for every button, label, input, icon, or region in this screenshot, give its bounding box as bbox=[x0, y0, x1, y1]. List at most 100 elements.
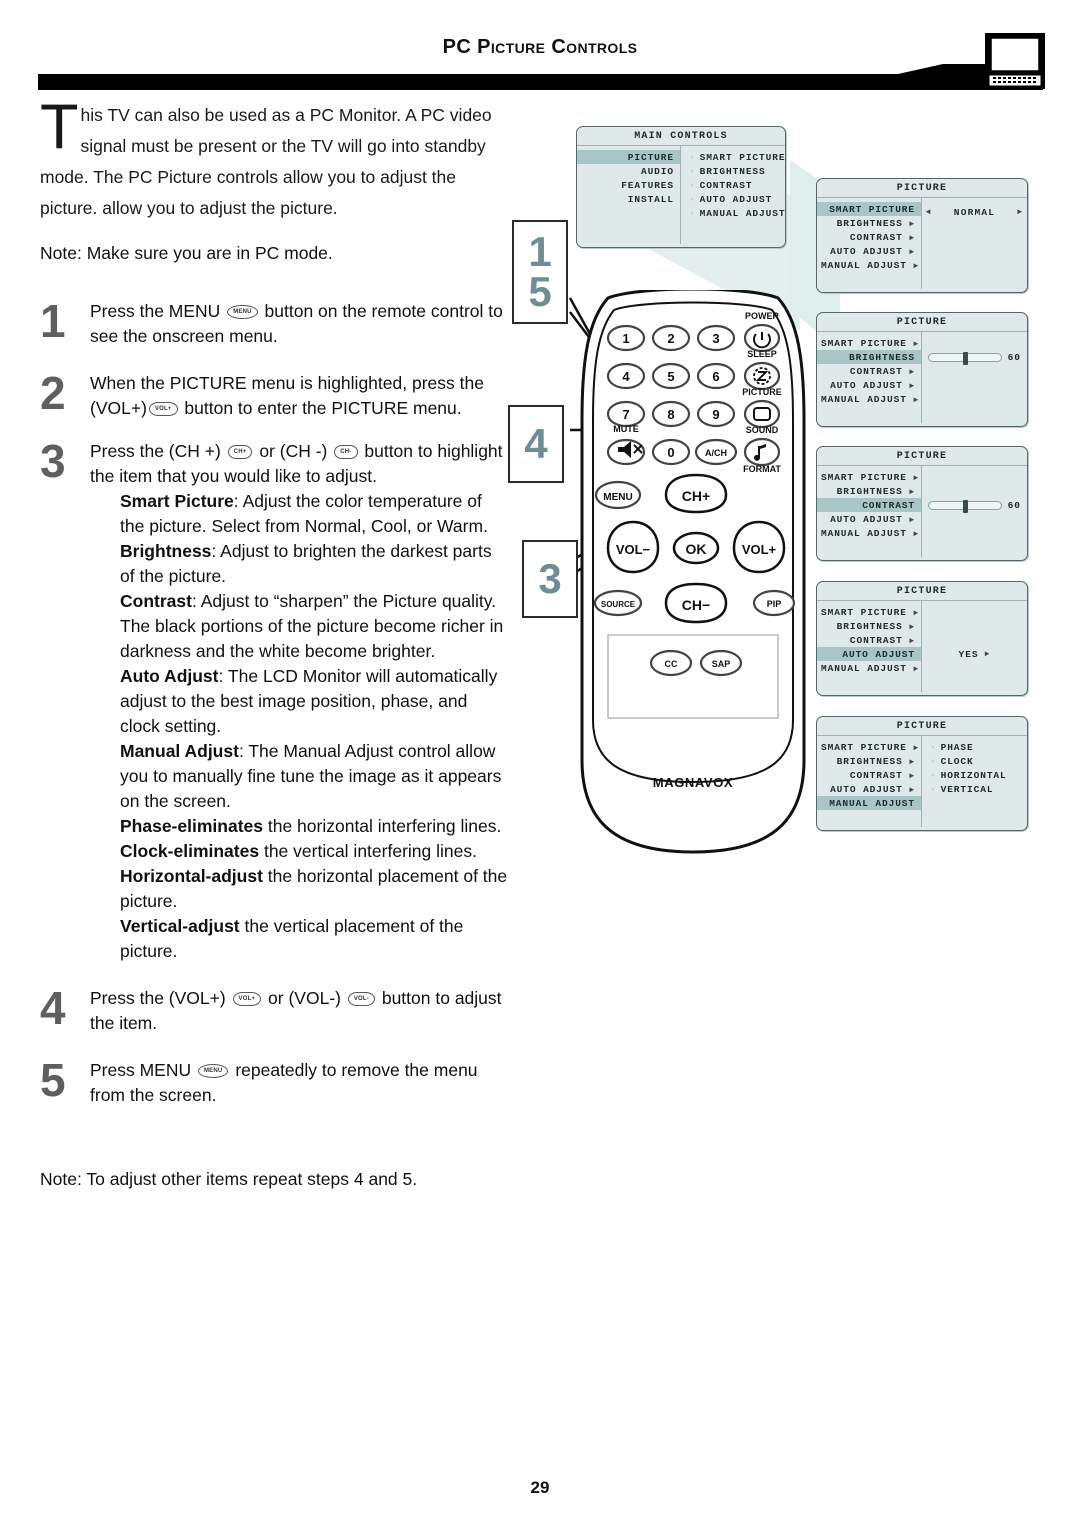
step-1: 1 Press the MENU MENU button on the remo… bbox=[40, 295, 510, 349]
drop-cap: T bbox=[40, 92, 79, 162]
definition-item: Manual Adjust: The Manual Adjust control… bbox=[120, 739, 510, 814]
step-1-text-a: Press the MENU bbox=[90, 301, 226, 321]
svg-text:SOURCE: SOURCE bbox=[601, 600, 636, 609]
menu-key-icon: MENU bbox=[197, 1064, 229, 1079]
definition-sep: : bbox=[218, 666, 228, 686]
vol-up-key-icon: VOL+ bbox=[148, 402, 178, 417]
svg-text:1: 1 bbox=[622, 331, 629, 346]
definition-term: Auto Adjust bbox=[120, 666, 219, 686]
callout-left-bottom: 3 bbox=[522, 540, 578, 618]
step-2: 2 When the PICTURE menu is highlighted, … bbox=[40, 367, 510, 421]
svg-text:MENU: MENU bbox=[603, 492, 632, 503]
step-4-text: Press the (VOL+) VOL+ or (VOL-) VOL- but… bbox=[90, 986, 510, 1036]
step-3-text: Press the (CH +) CH+ or (CH -) CH- butto… bbox=[90, 439, 510, 964]
step-3: 3 Press the (CH +) CH+ or (CH -) CH- but… bbox=[40, 435, 510, 964]
definition-term: Contrast bbox=[120, 591, 192, 611]
vol-up-key-icon: VOL+ bbox=[232, 992, 262, 1007]
definition-desc: the horizontal interfering lines. bbox=[267, 816, 502, 836]
definition-sep: : bbox=[191, 591, 201, 611]
definition-term: Vertical-adjust bbox=[120, 916, 240, 936]
page-number: 29 bbox=[530, 1478, 550, 1497]
ch-up-key-icon: CH+ bbox=[227, 445, 253, 460]
svg-text:CC: CC bbox=[665, 659, 678, 669]
svg-text:VOL−: VOL− bbox=[616, 542, 651, 557]
svg-text:0: 0 bbox=[667, 445, 674, 460]
ch-down-key-icon: CH- bbox=[334, 445, 358, 460]
step-1-text: Press the MENU MENU button on the remote… bbox=[90, 299, 510, 349]
svg-text:PIP: PIP bbox=[767, 599, 782, 609]
pc-mode-note: Note: Make sure you are in PC mode. bbox=[40, 243, 333, 263]
step-3-text-b: or (CH -) bbox=[254, 441, 333, 461]
definition-item: Horizontal-adjust the horizontal placeme… bbox=[120, 864, 510, 914]
step-5-number: 5 bbox=[40, 1054, 66, 1106]
definition-list: Smart Picture: Adjust the color temperat… bbox=[120, 489, 510, 964]
intro-paragraph: This TV can also be used as a PC Monitor… bbox=[40, 92, 510, 224]
svg-text:2: 2 bbox=[667, 331, 674, 346]
definition-sep: : bbox=[238, 741, 249, 761]
step-2-text-b: button to enter the PICTURE menu. bbox=[179, 398, 462, 418]
svg-text:3: 3 bbox=[712, 331, 719, 346]
definition-sep: : bbox=[211, 541, 221, 561]
svg-text:OK: OK bbox=[686, 541, 707, 557]
remote-brand-label: MAGNAVOX bbox=[652, 775, 734, 790]
definition-item: Vertical-adjust the vertical placement o… bbox=[120, 914, 510, 964]
svg-text:POWER: POWER bbox=[745, 311, 780, 321]
definition-sep: : bbox=[233, 491, 243, 511]
definition-item: Contrast: Adjust to “sharpen” the Pictur… bbox=[120, 589, 510, 664]
svg-text:FORMAT: FORMAT bbox=[743, 464, 781, 474]
definition-term: Manual Adjust bbox=[120, 741, 239, 761]
step-4: 4 Press the (VOL+) VOL+ or (VOL-) VOL- b… bbox=[40, 985, 510, 1036]
vol-down-key-icon: VOL- bbox=[347, 992, 375, 1007]
svg-text:VOL+: VOL+ bbox=[742, 542, 777, 557]
step-1-number: 1 bbox=[40, 295, 66, 347]
svg-text:CH−: CH− bbox=[682, 597, 710, 613]
step-2-text: When the PICTURE menu is highlighted, pr… bbox=[90, 371, 510, 421]
step-5-text: Press MENU MENU repeatedly to remove the… bbox=[90, 1058, 510, 1108]
svg-text:4: 4 bbox=[622, 369, 630, 384]
svg-text:8: 8 bbox=[667, 407, 674, 422]
step-3-text-a: Press the (CH +) bbox=[90, 441, 226, 461]
monitor-icon bbox=[985, 33, 1045, 89]
svg-text:7: 7 bbox=[622, 407, 629, 422]
step-5: 5 Press MENU MENU repeatedly to remove t… bbox=[40, 1054, 510, 1108]
definition-item: Phase-eliminates the horizontal interfer… bbox=[120, 814, 510, 839]
callout-number: 5 bbox=[528, 268, 552, 315]
intro-text: his TV can also be used as a PC Monitor.… bbox=[40, 105, 492, 218]
step-4-text-a: Press the (VOL+) bbox=[90, 988, 231, 1008]
step-3-number: 3 bbox=[40, 435, 66, 487]
svg-text:CH+: CH+ bbox=[682, 488, 710, 504]
svg-text:PICTURE: PICTURE bbox=[742, 387, 782, 397]
definition-term: Horizontal-adjust bbox=[120, 866, 263, 886]
definition-item: Smart Picture: Adjust the color temperat… bbox=[120, 489, 510, 539]
step-4-text-b: or (VOL-) bbox=[263, 988, 346, 1008]
menu-key-icon: MENU bbox=[227, 305, 258, 320]
svg-text:SLEEP: SLEEP bbox=[747, 349, 777, 359]
svg-text:MUTE: MUTE bbox=[613, 424, 639, 434]
callout-left-top: 1 5 bbox=[512, 220, 568, 324]
page-header: PC Picture Controls bbox=[0, 0, 1080, 92]
callout-left-mid: 4 bbox=[508, 405, 564, 483]
definition-term: Phase-eliminates bbox=[120, 816, 263, 836]
definition-term: Clock-eliminates bbox=[120, 841, 260, 861]
instructions-column: This TV can also be used as a PC Monitor… bbox=[40, 92, 510, 1195]
svg-text:SOUND: SOUND bbox=[746, 425, 779, 435]
illustration-column: MAIN CONTROLS PICTURE AUDIO FEATURES INS… bbox=[500, 100, 1060, 880]
page-title: PC Picture Controls bbox=[442, 36, 638, 58]
step-5-text-a: Press MENU bbox=[90, 1060, 196, 1080]
svg-text:SAP: SAP bbox=[712, 659, 731, 669]
definition-desc: the vertical interfering lines. bbox=[263, 841, 477, 861]
step-2-number: 2 bbox=[40, 367, 66, 419]
header-black-bar bbox=[38, 64, 1043, 90]
definition-term: Smart Picture bbox=[120, 491, 234, 511]
final-note: Note: To adjust other items repeat steps… bbox=[40, 1169, 418, 1189]
definition-item: Auto Adjust: The LCD Monitor will automa… bbox=[120, 664, 510, 739]
svg-text:9: 9 bbox=[712, 407, 719, 422]
svg-text:5: 5 bbox=[667, 369, 674, 384]
callout-number: 3 bbox=[538, 555, 562, 602]
svg-text:A/CH: A/CH bbox=[705, 448, 727, 458]
definition-item: Brightness: Adjust to brighten the darke… bbox=[120, 539, 510, 589]
callout-number: 4 bbox=[524, 420, 548, 467]
svg-text:6: 6 bbox=[712, 369, 719, 384]
definition-term: Brightness bbox=[120, 541, 212, 561]
callout-number: 1 bbox=[528, 228, 552, 275]
